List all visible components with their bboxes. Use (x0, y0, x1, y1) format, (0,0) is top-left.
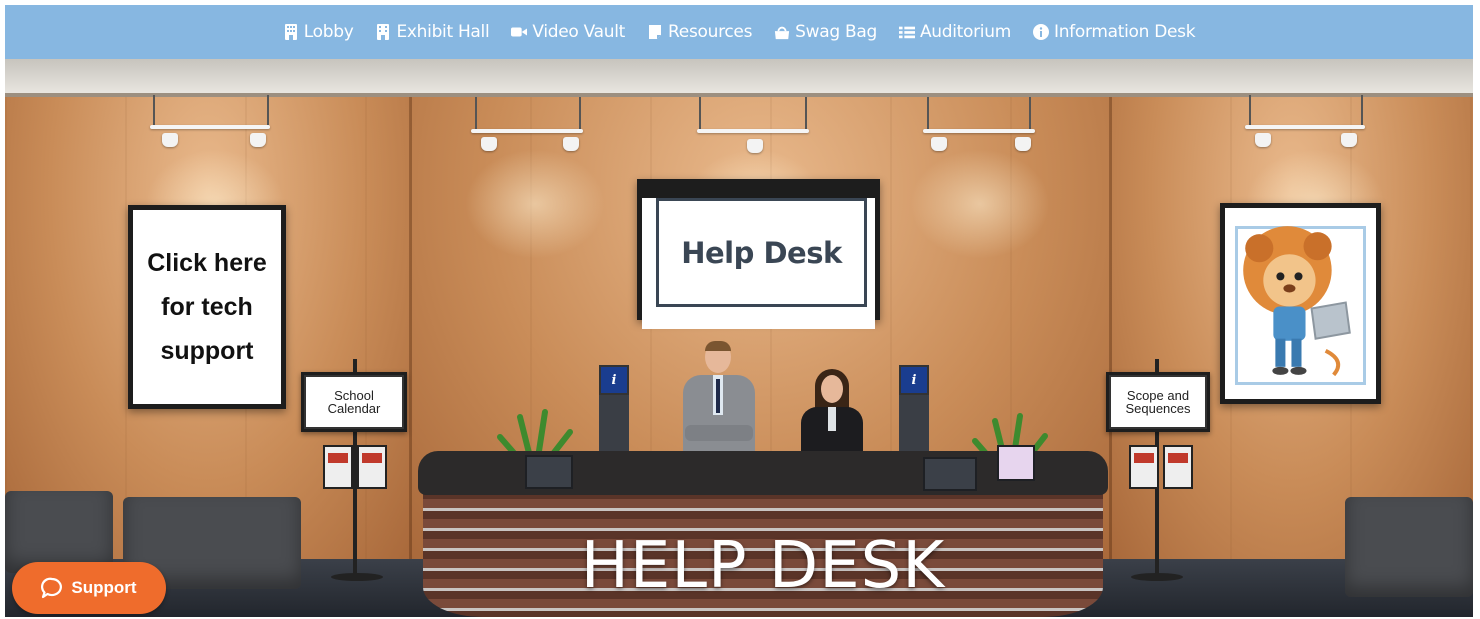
video-camera-icon (511, 27, 528, 37)
support-button[interactable]: Support (12, 562, 166, 614)
nav-exhibit-hall-label: Exhibit Hall (396, 22, 490, 42)
laptop (997, 445, 1035, 481)
brochure (1129, 445, 1159, 489)
lion-mascot-icon (1243, 226, 1351, 377)
info-icon: i (599, 365, 629, 395)
nav-auditorium[interactable]: Auditorium (898, 22, 1011, 42)
nav-resources[interactable]: Resources (647, 22, 752, 42)
monitor (923, 457, 977, 491)
ceiling (5, 59, 1473, 95)
info-circle-icon (1032, 24, 1049, 40)
lion-mascot-poster[interactable] (1220, 203, 1381, 404)
brochure (357, 445, 387, 489)
scope-and-sequences-sign: Scope and Sequences (1109, 375, 1207, 429)
info-icon: i (899, 365, 929, 395)
nav-resources-label: Resources (668, 22, 753, 42)
nav-video-vault-label: Video Vault (532, 22, 626, 42)
file-icon (649, 25, 662, 39)
chat-bubble-icon (41, 577, 63, 599)
help-desk-scene: Click here for tech support Help Desk Sc… (5, 59, 1473, 617)
virtual-lobby-frame: Lobby Exhibit Hall Video Vault Resources… (5, 5, 1473, 617)
nav-auditorium-label: Auditorium (919, 22, 1011, 42)
support-button-label: Support (71, 578, 137, 597)
lounge-chair (1345, 497, 1473, 597)
shopping-bag-icon (775, 26, 790, 40)
school-calendar-sign: School Calendar (304, 375, 404, 429)
monitor (525, 455, 573, 489)
nav-exhibit-hall[interactable]: Exhibit Hall (375, 22, 490, 42)
top-navigation: Lobby Exhibit Hall Video Vault Resources… (5, 5, 1473, 59)
tech-support-text: Click here for tech support (147, 249, 267, 365)
nav-information-desk-label: Information Desk (1053, 22, 1196, 42)
help-desk-sign[interactable]: Help Desk (637, 179, 880, 329)
nav-video-vault[interactable]: Video Vault (511, 22, 625, 42)
help-desk-sign-title: Help Desk (681, 235, 842, 270)
lounge-chair (5, 491, 113, 573)
brochure (1163, 445, 1193, 489)
building-icon (377, 24, 390, 40)
nav-lobby[interactable]: Lobby (283, 22, 354, 42)
help-desk-counter-title: HELP DESK (580, 529, 946, 603)
building-icon (284, 24, 297, 40)
nav-information-desk[interactable]: Information Desk (1032, 22, 1196, 42)
tech-support-poster[interactable]: Click here for tech support (128, 205, 286, 409)
list-icon (898, 26, 915, 39)
nav-swag-bag-label: Swag Bag (795, 22, 877, 42)
nav-swag-bag[interactable]: Swag Bag (774, 22, 877, 42)
brochure (323, 445, 353, 489)
nav-lobby-label: Lobby (303, 22, 354, 42)
